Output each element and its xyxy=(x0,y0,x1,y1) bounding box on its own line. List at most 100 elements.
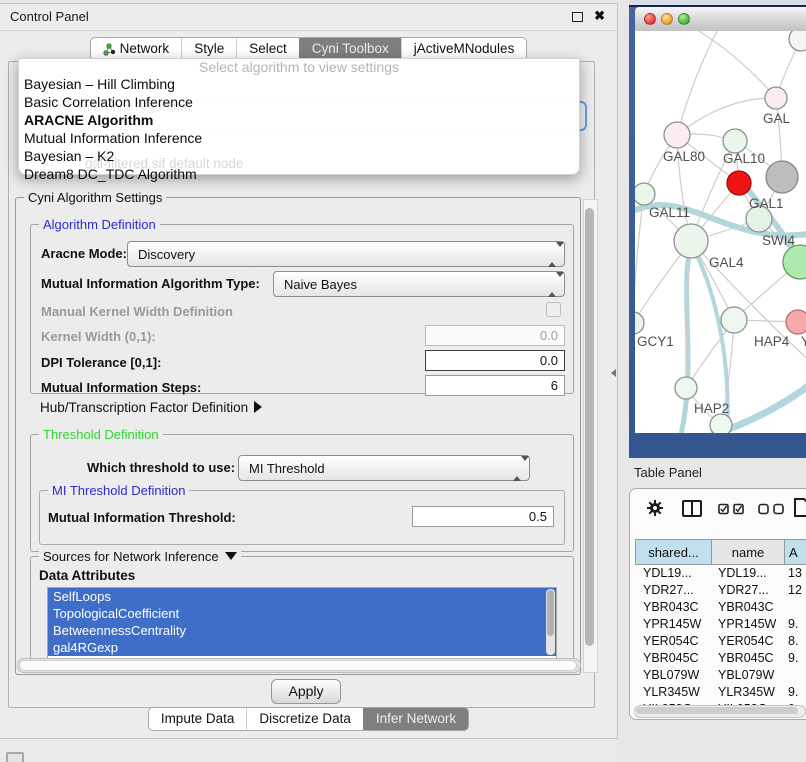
column-header-cut[interactable]: A xyxy=(785,539,806,565)
node[interactable] xyxy=(710,414,732,433)
algorithm-option[interactable]: Mutual Information Inference xyxy=(19,129,579,147)
dpi-tolerance-field[interactable] xyxy=(425,350,565,371)
control-panel-window: Control Panel ✖ Network Styl xyxy=(0,3,618,739)
kernel-width-label: Kernel Width (0,1): xyxy=(41,329,156,344)
mac-minimize-button[interactable] xyxy=(661,13,673,25)
cyni-algorithm-settings-group: Cyni Algorithm Settings Algorithm Defini… xyxy=(15,197,581,675)
tab-impute-data[interactable]: Impute Data xyxy=(149,708,247,730)
collapse-down-icon xyxy=(225,552,237,560)
node-label: HAP2 xyxy=(694,401,729,416)
aracne-mode-combobox[interactable]: Discovery xyxy=(127,241,565,267)
list-item[interactable]: gal4RGexp xyxy=(48,639,556,656)
panel-collapse-arrow-icon[interactable] xyxy=(611,369,616,377)
table-row[interactable]: YBL079WYBL079W xyxy=(635,667,806,684)
ghost-network-combo-text: gal-filtered.sif default node xyxy=(85,156,243,171)
manual-kernel-width-checkbox[interactable] xyxy=(546,302,561,317)
data-attributes-label: Data Attributes xyxy=(39,568,135,583)
node-hap4[interactable] xyxy=(721,307,747,333)
spinner-arrows-icon xyxy=(513,461,523,476)
gear-icon[interactable] xyxy=(646,499,664,517)
node-red-selected[interactable] xyxy=(727,171,751,195)
tab-style[interactable]: Style xyxy=(181,38,236,60)
column-header-shared-name[interactable]: shared... xyxy=(635,539,712,565)
network-window-titlebar[interactable] xyxy=(635,7,806,32)
document-icon[interactable] xyxy=(794,498,806,517)
spinner-arrows-icon xyxy=(548,277,558,292)
table-row[interactable]: YBR043CYBR043C xyxy=(635,599,806,616)
node[interactable] xyxy=(765,87,787,109)
mi-algorithm-type-combobox[interactable]: Naive Bayes xyxy=(273,271,565,297)
table-row[interactable]: YBR045CYBR045C9. xyxy=(635,650,806,667)
hub-transcription-section-toggle[interactable]: Hub/Transcription Factor Definition xyxy=(40,400,262,415)
node-label: HAP4 xyxy=(754,334,790,349)
list-vertical-scrollbar[interactable] xyxy=(546,589,555,655)
table-horizontal-scrollbar[interactable] xyxy=(634,705,806,718)
node-label: GAL11 xyxy=(649,205,690,220)
which-threshold-combobox[interactable]: MI Threshold xyxy=(238,455,530,481)
mi-steps-field[interactable] xyxy=(425,375,565,396)
control-panel-titlebar: Control Panel ✖ xyxy=(0,4,617,31)
algorithm-option[interactable]: Bayesian – Hill Climbing xyxy=(19,75,579,93)
hide-panel-icon[interactable] xyxy=(6,752,24,762)
mi-threshold-field[interactable] xyxy=(412,506,554,527)
threshold-definition-group: Threshold Definition Which threshold to … xyxy=(30,434,574,552)
list-item[interactable]: SelfLoops xyxy=(48,588,556,605)
algorithm-dropdown-popup: Select algorithm to view settings Bayesi… xyxy=(18,58,580,175)
node-gray[interactable] xyxy=(766,161,798,193)
data-attributes-list[interactable]: SelfLoops TopologicalCoefficient Between… xyxy=(47,587,557,659)
node-label: GCY1 xyxy=(637,334,674,349)
node-gal10[interactable] xyxy=(723,129,747,153)
network-icon xyxy=(103,43,116,56)
tab-infer-network[interactable]: Infer Network xyxy=(363,708,468,730)
tabgroup-bottom: Impute Data Discretize Data Infer Networ… xyxy=(148,707,469,731)
list-item[interactable]: TopologicalCoefficient xyxy=(48,605,556,622)
mi-steps-label: Mutual Information Steps: xyxy=(41,380,201,395)
mi-threshold-definition-group: MI Threshold Definition Mutual Informati… xyxy=(39,490,565,545)
node-label: GAL10 xyxy=(723,151,765,166)
tab-discretize-data[interactable]: Discretize Data xyxy=(246,708,363,730)
tab-network[interactable]: Network xyxy=(91,38,182,60)
node-gal11[interactable] xyxy=(635,183,655,205)
table-body[interactable]: YDL19...YDL19...13 YDR27...YDR27...12 YB… xyxy=(635,565,806,705)
tab-select[interactable]: Select xyxy=(236,38,299,60)
sources-group-title[interactable]: Sources for Network Inference xyxy=(39,549,241,564)
ghost-inference-algorithm-label: Inference Algorithm xyxy=(79,99,191,114)
node-hap2[interactable] xyxy=(675,377,697,399)
node-labels: GAL GAL80 GAL10 GAL1 GAL11 SWI4 GAL4 GCY… xyxy=(637,111,806,416)
network-canvas[interactable]: GAL GAL80 GAL10 GAL1 GAL11 SWI4 GAL4 GCY… xyxy=(635,31,806,433)
node-gcy1[interactable] xyxy=(635,312,644,334)
tab-cyni-toolbox[interactable]: Cyni Toolbox xyxy=(299,38,401,60)
network-graph: GAL GAL80 GAL10 GAL1 GAL11 SWI4 GAL4 GCY… xyxy=(635,31,806,433)
settings-horizontal-scrollbar[interactable] xyxy=(17,658,581,673)
threshold-definition-title: Threshold Definition xyxy=(39,427,163,442)
table-row[interactable]: YLR345WYLR345W9. xyxy=(635,684,806,701)
float-window-icon[interactable] xyxy=(572,12,583,22)
node-gal80[interactable] xyxy=(664,122,690,148)
node-gal4[interactable] xyxy=(674,224,708,258)
algorithm-definition-group: Algorithm Definition Aracne Mode: Discov… xyxy=(30,224,574,394)
table-row[interactable]: YPR145WYPR145W9. xyxy=(635,616,806,633)
select-all-checkboxes-icon[interactable] xyxy=(718,503,745,515)
cyni-algorithm-settings-title: Cyni Algorithm Settings xyxy=(24,190,166,205)
sources-group: Sources for Network Inference Data Attri… xyxy=(30,556,574,664)
spinner-arrows-icon xyxy=(548,247,558,262)
table-row[interactable]: YDR27...YDR27...12 xyxy=(635,582,806,599)
node[interactable] xyxy=(789,31,806,51)
split-columns-icon[interactable] xyxy=(682,500,702,517)
table-row[interactable]: YER054CYER054C8. xyxy=(635,633,806,650)
kernel-width-field[interactable] xyxy=(425,325,565,346)
tab-jactivemnodules[interactable]: jActiveMNodules xyxy=(401,38,527,60)
algorithm-popup-prompt: Select algorithm to view settings xyxy=(19,60,579,75)
algorithm-definition-title: Algorithm Definition xyxy=(39,217,160,232)
node-salmon[interactable] xyxy=(786,310,806,334)
column-header-name[interactable]: name xyxy=(712,539,785,565)
mac-close-button[interactable] xyxy=(644,13,656,25)
deselect-all-checkboxes-icon[interactable] xyxy=(758,503,785,515)
apply-button[interactable]: Apply xyxy=(271,679,341,704)
list-item[interactable]: BetweennessCentrality xyxy=(48,622,556,639)
close-icon[interactable]: ✖ xyxy=(594,8,605,24)
table-row[interactable]: YDL19...YDL19...13 xyxy=(635,565,806,582)
mac-zoom-button[interactable] xyxy=(678,13,690,25)
settings-vertical-scrollbar[interactable] xyxy=(583,199,598,673)
tab-network-label: Network xyxy=(120,38,170,60)
